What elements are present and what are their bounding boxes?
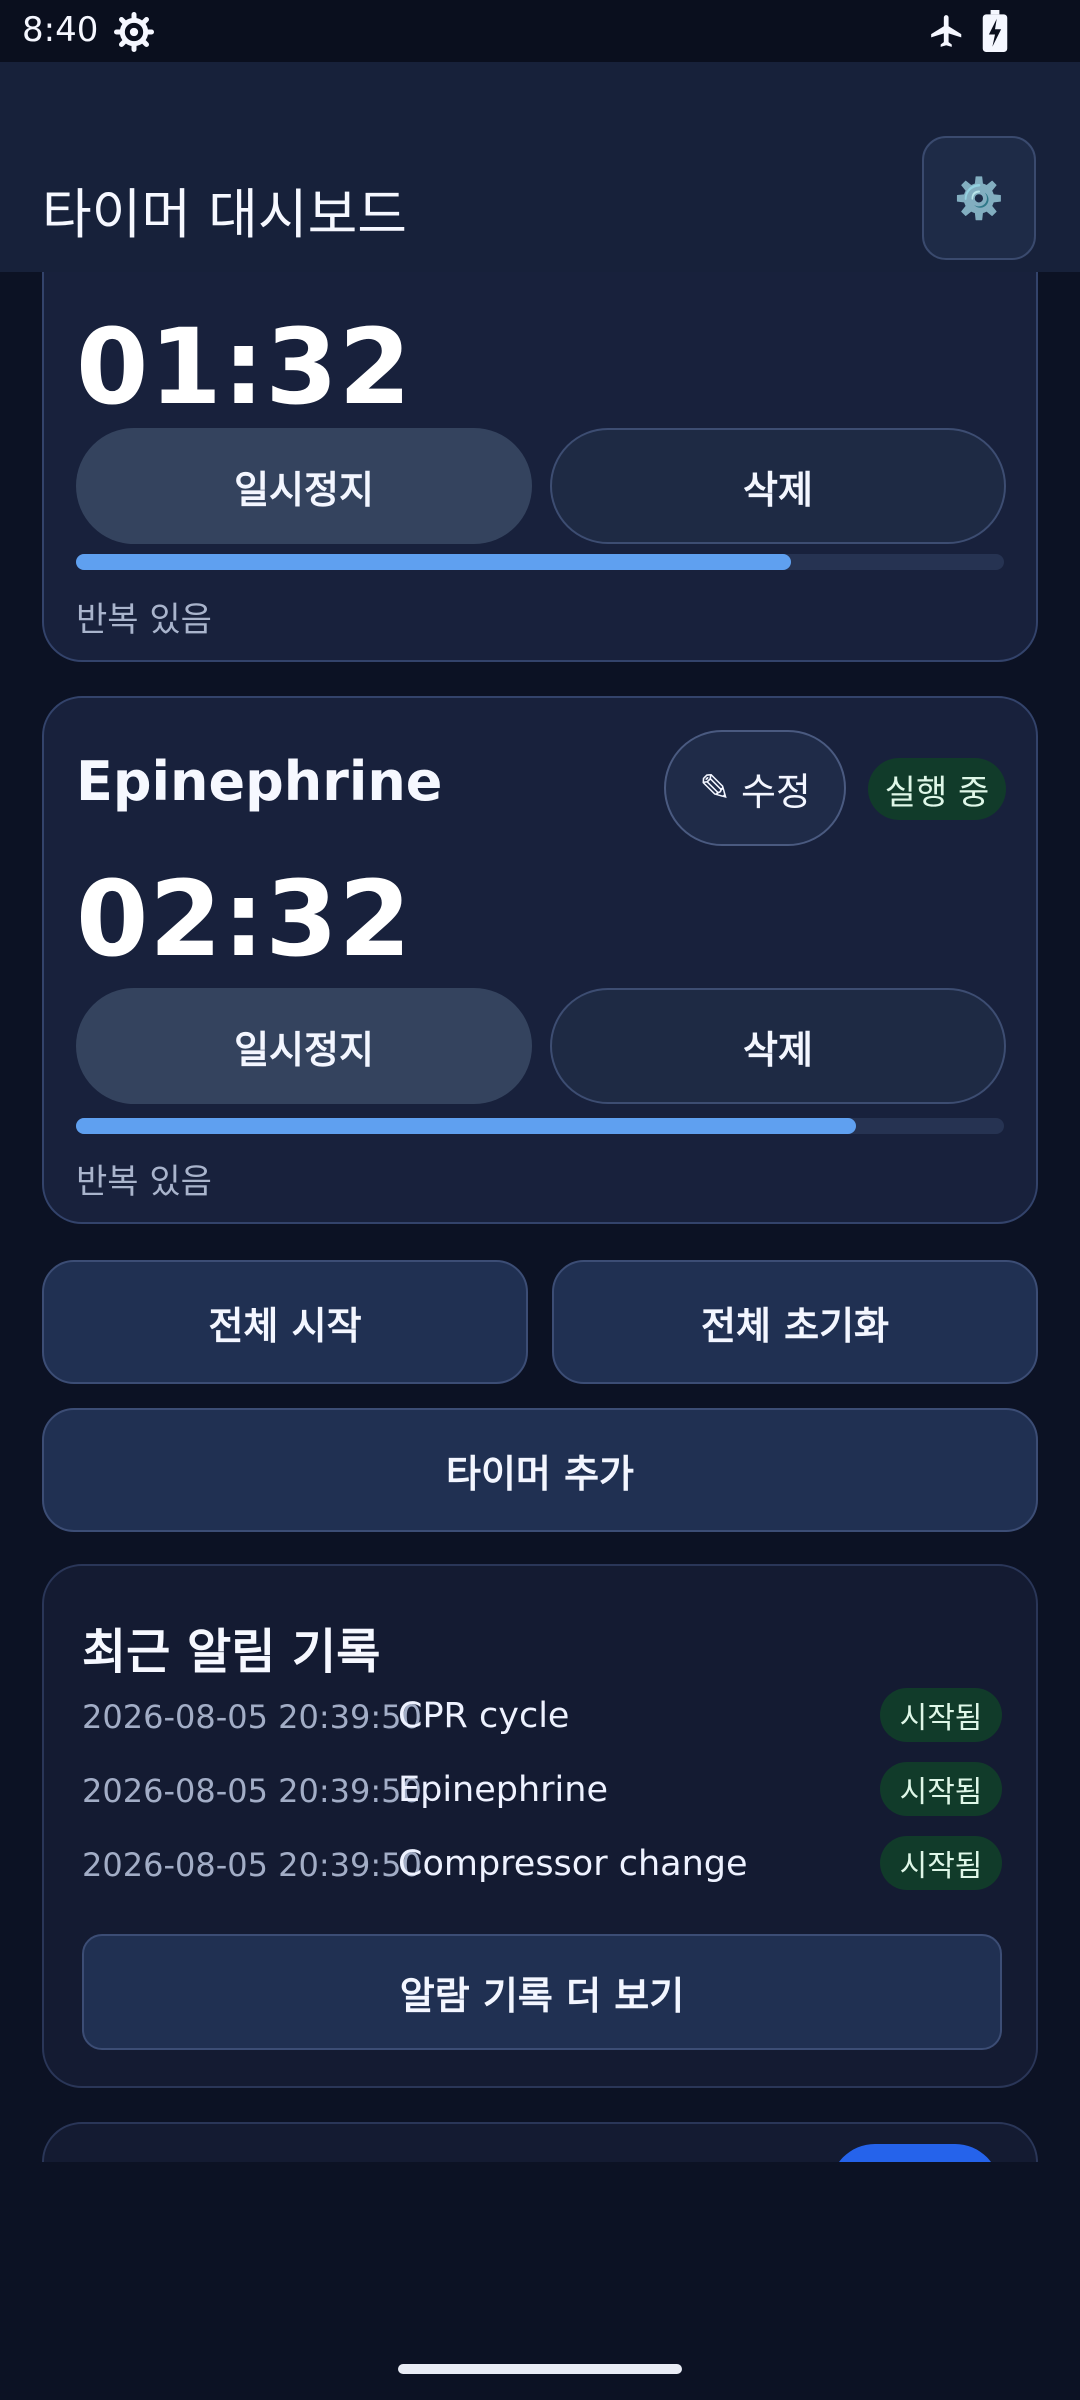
settings-gear-icon: [114, 12, 154, 52]
pencil-icon: ✎: [699, 766, 731, 810]
status-bar: 8:40: [0, 0, 1080, 62]
timer-time-display: 02:32: [76, 858, 413, 980]
timer-card: 01:32 일시정지 삭제 반복 있음: [42, 272, 1038, 662]
timer-card-epinephrine: Epinephrine ✎ 수정 실행 중 02:32 일시정지 삭제 반복 있…: [42, 696, 1038, 1224]
pause-button[interactable]: 일시정지: [76, 988, 532, 1104]
dashboard-content[interactable]: 01:32 일시정지 삭제 반복 있음 Epinephrine ✎ 수정 실행 …: [0, 272, 1080, 2162]
repeat-status-text: 반복 있음: [76, 600, 212, 640]
timer-progress-fill: [76, 554, 791, 570]
primary-action-button[interactable]: [830, 2144, 1000, 2162]
status-time: 8:40: [22, 10, 99, 50]
timer-time-display: 01:32: [76, 306, 413, 428]
home-indicator[interactable]: [398, 2364, 682, 2374]
delete-button[interactable]: 삭제: [550, 428, 1006, 544]
pause-button[interactable]: 일시정지: [76, 428, 532, 544]
add-timer-button[interactable]: 타이머 추가: [42, 1408, 1038, 1532]
log-entry-time: 2026-08-05 20:39:50: [82, 1846, 422, 1884]
log-entry-label: Epinephrine: [398, 1770, 608, 1810]
airplane-mode-icon: [931, 15, 962, 47]
page-title: 타이머 대시보드: [42, 183, 407, 246]
battery-charging-icon: [982, 10, 1008, 52]
log-entry: 2026-08-05 20:39:50 Epinephrine 시작됨: [82, 1762, 1002, 1822]
reset-all-button[interactable]: 전체 초기화: [552, 1260, 1038, 1384]
log-title: 최근 알림 기록: [82, 1624, 381, 1680]
timer-progress-bar: [76, 554, 1004, 570]
gear-icon: ⚙️: [954, 175, 1004, 222]
app-header: 타이머 대시보드: [0, 62, 1080, 272]
settings-button[interactable]: ⚙️: [922, 136, 1036, 260]
repeat-status-text: 반복 있음: [76, 1162, 212, 1202]
log-entry-time: 2026-08-05 20:39:50: [82, 1698, 422, 1736]
timer-progress-fill: [76, 1118, 856, 1134]
start-all-button[interactable]: 전체 시작: [42, 1260, 528, 1384]
edit-button-label: 수정: [740, 769, 811, 814]
timer-name: Epinephrine: [76, 750, 443, 813]
log-entry-status-badge: 시작됨: [880, 1688, 1002, 1742]
log-entry-status-badge: 시작됨: [880, 1836, 1002, 1890]
status-badge: 실행 중: [868, 758, 1006, 820]
log-entry-status-badge: 시작됨: [880, 1762, 1002, 1816]
recent-alarm-log: 최근 알림 기록 2026-08-05 20:39:50 CPR cycle 시…: [42, 1564, 1038, 2088]
timer-progress-bar: [76, 1118, 1004, 1134]
next-card-peek: [42, 2122, 1038, 2162]
delete-button[interactable]: 삭제: [550, 988, 1006, 1104]
log-entry: 2026-08-05 20:39:50 CPR cycle 시작됨: [82, 1688, 1002, 1748]
log-entry-time: 2026-08-05 20:39:50: [82, 1772, 422, 1810]
log-entry: 2026-08-05 20:39:50 Compressor change 시작…: [82, 1836, 1002, 1896]
edit-button[interactable]: ✎ 수정: [664, 730, 846, 846]
log-entry-label: CPR cycle: [398, 1696, 570, 1736]
log-entry-label: Compressor change: [398, 1844, 748, 1884]
view-more-log-button[interactable]: 알람 기록 더 보기: [82, 1934, 1002, 2050]
